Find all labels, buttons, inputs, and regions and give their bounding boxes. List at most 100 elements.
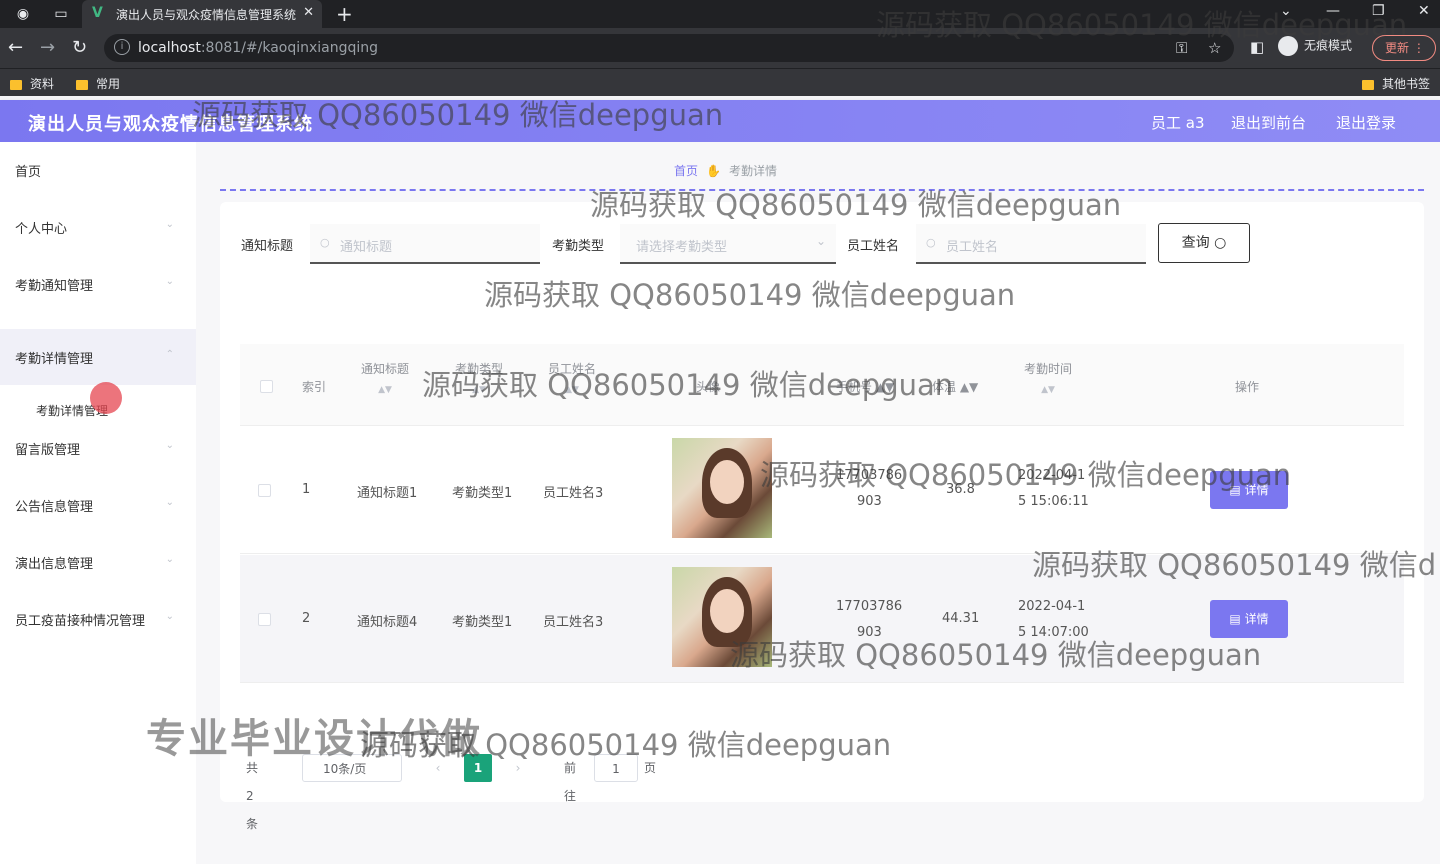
cell-phone: 17703786: [836, 599, 903, 614]
url-input[interactable]: i localhost:8081/#/kaoqinxiangqing ⚿ ☆: [104, 34, 1234, 62]
cell-name: 员工姓名3: [543, 615, 604, 630]
bookmark-folder[interactable]: 常用: [76, 75, 120, 92]
bookmark-label: 其他书签: [1382, 77, 1431, 91]
bookmark-folder[interactable]: 资料: [10, 75, 54, 92]
col-action: 操作: [1235, 380, 1260, 394]
col-phone[interactable]: 手机号 ▲▼: [836, 378, 894, 395]
sidebar-item-performance[interactable]: 演出信息管理 ⌄: [0, 534, 196, 590]
sidebar-item-attendance-notice[interactable]: 考勤通知管理 ⌄: [0, 256, 196, 312]
col-name-label: 员工姓名: [548, 362, 597, 376]
table-header: 索引 通知标题 ▲▼ 考勤类型 ▲▼ 员工姓名 ▲▼ 头像 手机号 ▲▼ 体温 ▲▼ …: [240, 344, 1404, 426]
browser-menu-icon[interactable]: ◉: [14, 5, 32, 23]
sort-icon: ▲▼: [565, 385, 579, 395]
col-name[interactable]: 员工姓名 ▲▼: [548, 360, 596, 395]
sidebar-item-message-board[interactable]: 留言版管理 ⌄: [0, 420, 196, 476]
close-icon[interactable]: ✕: [303, 5, 314, 20]
back-to-front-link[interactable]: 退出到前台: [1231, 112, 1306, 133]
reload-icon[interactable]: ↻: [72, 37, 87, 58]
type-select[interactable]: 请选择考勤类型 ⌄: [620, 224, 836, 264]
type-placeholder: 请选择考勤类型: [636, 240, 728, 255]
bookmarks-bar: 资料 常用 其他书签: [0, 68, 1440, 96]
cell-phone: 17703786: [836, 468, 903, 483]
cell-time: 2022-04-1: [1018, 468, 1086, 483]
row-checkbox[interactable]: [258, 484, 271, 497]
goto-page-input[interactable]: 1: [594, 754, 638, 782]
cell-phone-cont: 903: [857, 625, 882, 640]
cell-time: 2022-04-1: [1018, 599, 1086, 614]
document-icon: ▤: [1229, 483, 1241, 497]
query-label: 查询: [1181, 235, 1210, 251]
next-page-icon[interactable]: ›: [504, 754, 532, 782]
browser-tab[interactable]: V 演出人员与观众疫情信息管理系统 ✕: [82, 0, 322, 28]
cell-type: 考勤类型1: [452, 486, 513, 501]
sort-icon: ▲▼: [378, 385, 392, 395]
tab-overview-icon[interactable]: ▭: [52, 5, 70, 23]
prev-page-icon[interactable]: ‹: [424, 754, 452, 782]
sidebar-item-attendance-detail[interactable]: 考勤详情管理 ⌃: [0, 329, 196, 385]
cell-name: 员工姓名3: [543, 486, 604, 501]
folder-icon: [10, 79, 22, 90]
filter-title-label: 通知标题: [241, 239, 294, 254]
restore-icon[interactable]: ❐: [1372, 3, 1385, 19]
sidebar-item-announcement[interactable]: 公告信息管理 ⌄: [0, 477, 196, 533]
query-button[interactable]: 查询 ○: [1158, 223, 1250, 263]
page-number[interactable]: 1: [464, 754, 492, 782]
sidepanel-icon[interactable]: ◧: [1250, 38, 1264, 56]
incognito-icon: [1278, 36, 1298, 56]
chevron-down-icon: ⌄: [165, 219, 174, 230]
current-user: 员工 a3: [1151, 114, 1205, 132]
detail-label: 详情: [1244, 483, 1269, 497]
table-row: 2 通知标题4 考勤类型1 员工姓名3 17703786 903 44.31 2…: [240, 555, 1404, 683]
chevron-down-icon[interactable]: ⌄: [1280, 3, 1292, 19]
new-tab-icon[interactable]: +: [336, 2, 353, 26]
detail-button[interactable]: ▤ 详情: [1210, 600, 1288, 638]
logout-link[interactable]: 退出登录: [1336, 112, 1396, 133]
detail-button[interactable]: ▤ 详情: [1210, 471, 1288, 509]
row-checkbox[interactable]: [258, 613, 271, 626]
chevron-down-icon: ⌄: [815, 234, 826, 248]
col-type-label: 考勤类型: [455, 362, 504, 376]
cell-index: 1: [302, 482, 311, 497]
star-icon[interactable]: ☆: [1208, 39, 1221, 57]
sidebar-item-vaccination[interactable]: 员工疫苗接种情况管理 ⌄: [0, 591, 196, 647]
chevron-down-icon: ⌄: [165, 276, 174, 287]
site-info-icon[interactable]: i: [114, 39, 130, 55]
forward-icon[interactable]: →: [40, 37, 55, 58]
update-button[interactable]: 更新 ⋮: [1372, 35, 1436, 61]
browser-tab-bar: ◉ ▭ V 演出人员与观众疫情信息管理系统 ✕ + ⌄ — ❐ ✕: [0, 0, 1440, 28]
window-close-icon[interactable]: ✕: [1418, 3, 1430, 19]
select-all-checkbox[interactable]: [260, 380, 273, 393]
update-label: 更新: [1385, 41, 1410, 55]
incognito-indicator[interactable]: 无痕模式: [1278, 36, 1368, 60]
name-placeholder: 员工姓名: [946, 240, 999, 255]
col-temp[interactable]: 体温 ▲▼: [932, 378, 978, 395]
cell-type: 考勤类型1: [452, 615, 513, 630]
col-temp-label: 体温: [932, 380, 957, 394]
content-panel: 通知标题 ○ 通知标题 考勤类型 请选择考勤类型 ⌄ 员工姓名 ○ 员工姓名 查…: [220, 202, 1424, 831]
col-index: 索引: [302, 380, 327, 394]
cell-time-cont: 5 15:06:11: [1018, 494, 1089, 509]
sidebar-item-label: 公告信息管理: [15, 500, 94, 515]
minimize-icon[interactable]: —: [1326, 3, 1340, 19]
back-icon[interactable]: ←: [8, 37, 23, 58]
sidebar-item-label: 首页: [15, 165, 42, 180]
cell-title: 通知标题1: [357, 486, 418, 501]
title-search-input[interactable]: ○ 通知标题: [310, 224, 540, 264]
col-time-label: 考勤时间: [1024, 362, 1073, 376]
chevron-down-icon: ⌄: [165, 611, 174, 622]
col-time[interactable]: 考勤时间 ▲▼: [1024, 360, 1072, 395]
title-placeholder: 通知标题: [340, 240, 393, 255]
col-title[interactable]: 通知标题 ▲▼: [361, 360, 409, 395]
breadcrumb-home[interactable]: 首页: [674, 164, 698, 178]
document-icon: ▤: [1229, 612, 1241, 626]
name-search-input[interactable]: ○ 员工姓名: [916, 224, 1146, 264]
sidebar-item-profile[interactable]: 个人中心 ⌄: [0, 199, 196, 255]
col-type[interactable]: 考勤类型 ▲▼: [455, 360, 503, 395]
page-size-select[interactable]: 10条/页: [302, 754, 402, 782]
key-icon[interactable]: ⚿: [1176, 39, 1187, 57]
breadcrumb: 首页 ✋ 考勤详情: [674, 162, 777, 179]
sidebar-item-home[interactable]: 首页: [0, 142, 196, 198]
chevron-up-icon: ⌃: [165, 349, 174, 360]
avatar: [672, 567, 772, 667]
other-bookmarks[interactable]: 其他书签: [1362, 75, 1430, 92]
